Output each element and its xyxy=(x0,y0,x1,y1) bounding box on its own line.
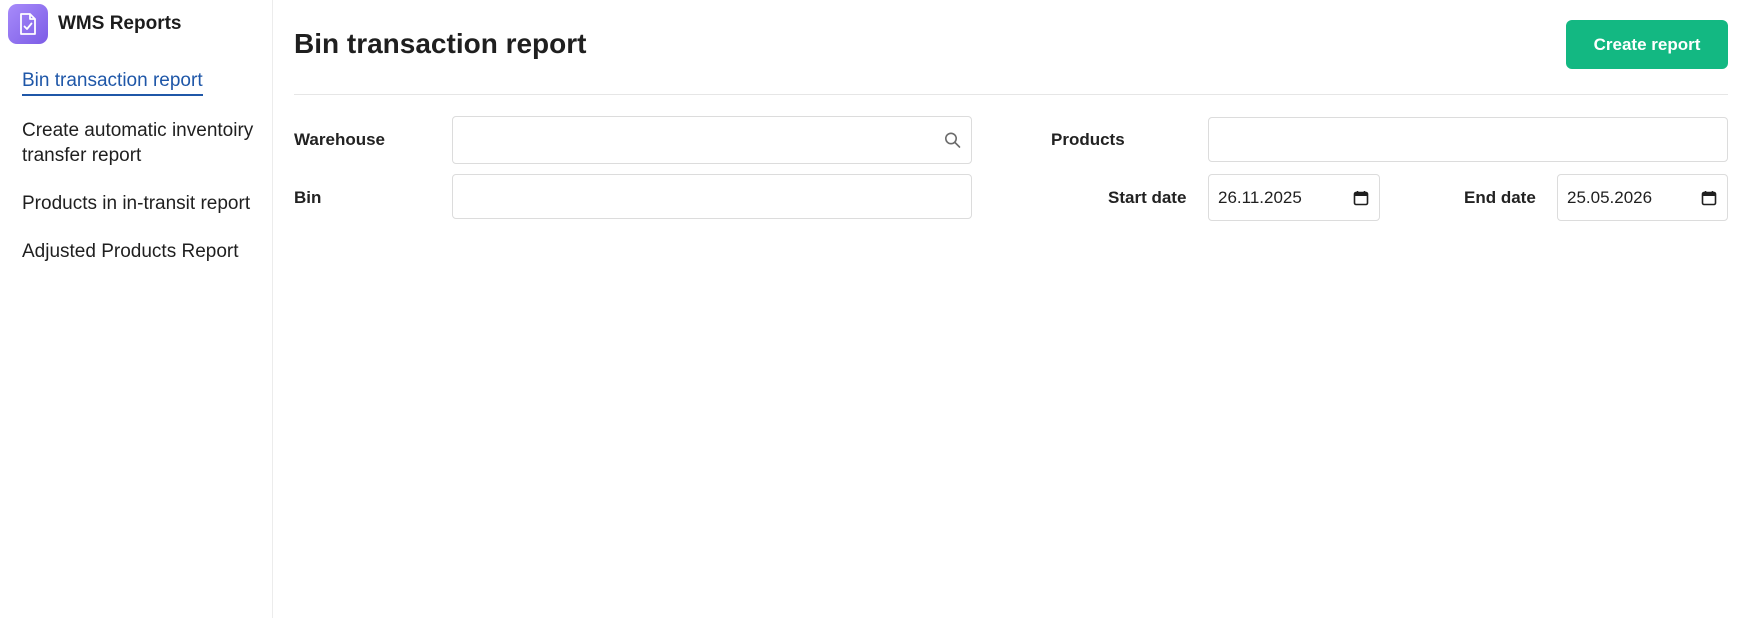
sidebar: WMS Reports Bin transaction report Creat… xyxy=(0,0,273,618)
sidebar-item-bin-transaction-report[interactable]: Bin transaction report xyxy=(22,68,203,96)
warehouse-field[interactable] xyxy=(452,116,972,164)
calendar-icon[interactable] xyxy=(1353,190,1369,206)
header-divider xyxy=(294,94,1728,95)
end-date-field[interactable]: 25.05.2026 xyxy=(1557,174,1728,221)
end-date-value[interactable]: 25.05.2026 xyxy=(1567,188,1652,208)
sidebar-item-automatic-inventory-transfer-report[interactable]: Create automatic inventoiry transfer rep… xyxy=(22,118,262,168)
page-title: Bin transaction report xyxy=(294,28,587,59)
create-report-button[interactable]: Create report xyxy=(1566,20,1728,69)
sidebar-item-adjusted-products-report[interactable]: Adjusted Products Report xyxy=(22,239,262,264)
app-root: WMS Reports Bin transaction report Creat… xyxy=(0,0,1738,618)
sidebar-item-products-in-transit-report[interactable]: Products in in-transit report xyxy=(22,191,262,216)
products-input[interactable] xyxy=(1209,118,1727,161)
bin-field[interactable] xyxy=(452,174,972,219)
warehouse-input[interactable] xyxy=(453,117,971,163)
report-document-icon xyxy=(8,4,48,44)
bin-input[interactable] xyxy=(453,175,971,218)
brand: WMS Reports xyxy=(8,4,182,44)
app-title: WMS Reports xyxy=(58,13,182,34)
main-content: Bin transaction report Create report War… xyxy=(273,0,1738,618)
end-date-label: End date xyxy=(1464,188,1536,207)
search-icon[interactable] xyxy=(944,132,961,149)
products-label: Products xyxy=(1051,130,1125,149)
start-date-field[interactable]: 26.11.2025 xyxy=(1208,174,1380,221)
start-date-label: Start date xyxy=(1108,188,1187,207)
sidebar-nav: Bin transaction report Create automatic … xyxy=(22,68,262,287)
bin-label: Bin xyxy=(294,188,322,207)
products-field[interactable] xyxy=(1208,117,1728,162)
start-date-value[interactable]: 26.11.2025 xyxy=(1218,188,1302,208)
warehouse-label: Warehouse xyxy=(294,130,386,149)
calendar-icon[interactable] xyxy=(1701,190,1717,206)
